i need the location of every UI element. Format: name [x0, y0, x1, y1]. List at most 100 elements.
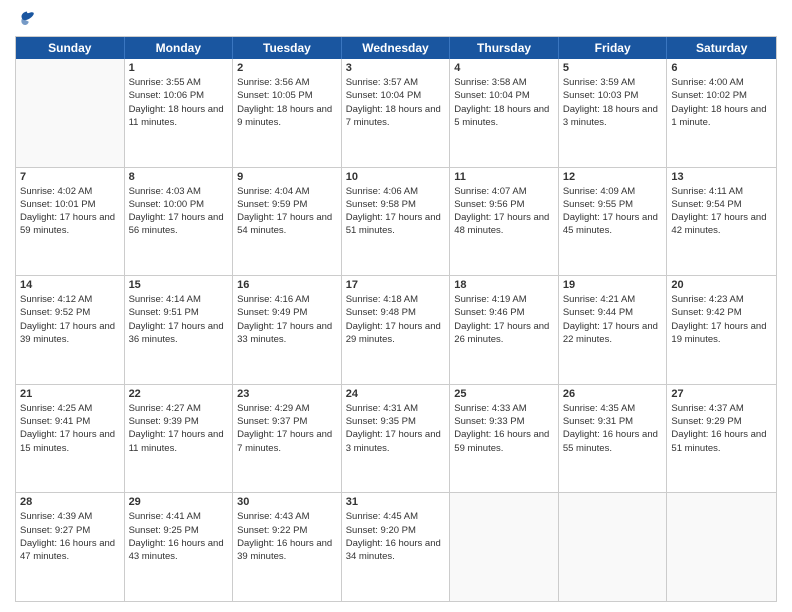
calendar-cell: 22 Sunrise: 4:27 AMSunset: 9:39 PMDayligh…: [125, 385, 234, 493]
calendar-cell: 25 Sunrise: 4:33 AMSunset: 9:33 PMDayligh…: [450, 385, 559, 493]
day-info: Sunrise: 4:39 AMSunset: 9:27 PMDaylight:…: [20, 510, 120, 563]
day-info: Sunrise: 3:56 AMSunset: 10:05 PMDaylight…: [237, 76, 337, 129]
calendar-cell: 29 Sunrise: 4:41 AMSunset: 9:25 PMDayligh…: [125, 493, 234, 601]
calendar-cell: 11 Sunrise: 4:07 AMSunset: 9:56 PMDayligh…: [450, 168, 559, 276]
calendar-cell: 15 Sunrise: 4:14 AMSunset: 9:51 PMDayligh…: [125, 276, 234, 384]
day-info: Sunrise: 4:43 AMSunset: 9:22 PMDaylight:…: [237, 510, 337, 563]
day-number: 13: [671, 171, 772, 183]
day-number: 21: [20, 388, 120, 400]
weekday-header-sunday: Sunday: [16, 37, 125, 59]
calendar-cell: [667, 493, 776, 601]
weekday-header-thursday: Thursday: [450, 37, 559, 59]
day-number: 6: [671, 62, 772, 74]
calendar-cell: 16 Sunrise: 4:16 AMSunset: 9:49 PMDayligh…: [233, 276, 342, 384]
day-info: Sunrise: 4:29 AMSunset: 9:37 PMDaylight:…: [237, 402, 337, 455]
logo-bird-icon: [17, 10, 37, 30]
calendar-cell: 23 Sunrise: 4:29 AMSunset: 9:37 PMDayligh…: [233, 385, 342, 493]
day-number: 30: [237, 496, 337, 508]
day-info: Sunrise: 3:55 AMSunset: 10:06 PMDaylight…: [129, 76, 229, 129]
calendar-row-4: 21 Sunrise: 4:25 AMSunset: 9:41 PMDayligh…: [16, 384, 776, 493]
calendar-cell: 27 Sunrise: 4:37 AMSunset: 9:29 PMDayligh…: [667, 385, 776, 493]
calendar-row-1: 1 Sunrise: 3:55 AMSunset: 10:06 PMDayligh…: [16, 59, 776, 167]
calendar: SundayMondayTuesdayWednesdayThursdayFrid…: [15, 36, 777, 602]
day-number: 11: [454, 171, 554, 183]
calendar-cell: 17 Sunrise: 4:18 AMSunset: 9:48 PMDayligh…: [342, 276, 451, 384]
logo: [15, 10, 37, 30]
day-info: Sunrise: 4:37 AMSunset: 9:29 PMDaylight:…: [671, 402, 772, 455]
day-number: 15: [129, 279, 229, 291]
weekday-header-saturday: Saturday: [667, 37, 776, 59]
day-info: Sunrise: 4:04 AMSunset: 9:59 PMDaylight:…: [237, 185, 337, 238]
day-info: Sunrise: 4:14 AMSunset: 9:51 PMDaylight:…: [129, 293, 229, 346]
day-number: 23: [237, 388, 337, 400]
calendar-row-3: 14 Sunrise: 4:12 AMSunset: 9:52 PMDayligh…: [16, 275, 776, 384]
day-info: Sunrise: 4:11 AMSunset: 9:54 PMDaylight:…: [671, 185, 772, 238]
calendar-cell: 31 Sunrise: 4:45 AMSunset: 9:20 PMDayligh…: [342, 493, 451, 601]
calendar-cell: 24 Sunrise: 4:31 AMSunset: 9:35 PMDayligh…: [342, 385, 451, 493]
calendar-cell: 26 Sunrise: 4:35 AMSunset: 9:31 PMDayligh…: [559, 385, 668, 493]
calendar-body: 1 Sunrise: 3:55 AMSunset: 10:06 PMDayligh…: [16, 59, 776, 601]
calendar-cell: 18 Sunrise: 4:19 AMSunset: 9:46 PMDayligh…: [450, 276, 559, 384]
calendar-cell: 7 Sunrise: 4:02 AMSunset: 10:01 PMDayligh…: [16, 168, 125, 276]
day-info: Sunrise: 4:16 AMSunset: 9:49 PMDaylight:…: [237, 293, 337, 346]
day-info: Sunrise: 4:25 AMSunset: 9:41 PMDaylight:…: [20, 402, 120, 455]
day-number: 31: [346, 496, 446, 508]
day-info: Sunrise: 4:00 AMSunset: 10:02 PMDaylight…: [671, 76, 772, 129]
calendar-cell: 6 Sunrise: 4:00 AMSunset: 10:02 PMDayligh…: [667, 59, 776, 167]
day-number: 25: [454, 388, 554, 400]
calendar-cell: [559, 493, 668, 601]
day-number: 20: [671, 279, 772, 291]
calendar-header: SundayMondayTuesdayWednesdayThursdayFrid…: [16, 37, 776, 59]
day-info: Sunrise: 4:19 AMSunset: 9:46 PMDaylight:…: [454, 293, 554, 346]
day-info: Sunrise: 4:41 AMSunset: 9:25 PMDaylight:…: [129, 510, 229, 563]
day-number: 18: [454, 279, 554, 291]
calendar-cell: 19 Sunrise: 4:21 AMSunset: 9:44 PMDayligh…: [559, 276, 668, 384]
page: SundayMondayTuesdayWednesdayThursdayFrid…: [0, 0, 792, 612]
day-info: Sunrise: 4:07 AMSunset: 9:56 PMDaylight:…: [454, 185, 554, 238]
calendar-cell: 4Sunrise: 3:58 AMSunset: 10:04 PMDayligh…: [450, 59, 559, 167]
calendar-cell: 20 Sunrise: 4:23 AMSunset: 9:42 PMDayligh…: [667, 276, 776, 384]
day-number: 26: [563, 388, 663, 400]
calendar-cell: 1 Sunrise: 3:55 AMSunset: 10:06 PMDayligh…: [125, 59, 234, 167]
day-number: 12: [563, 171, 663, 183]
day-info: Sunrise: 4:35 AMSunset: 9:31 PMDaylight:…: [563, 402, 663, 455]
day-info: Sunrise: 4:23 AMSunset: 9:42 PMDaylight:…: [671, 293, 772, 346]
day-info: Sunrise: 4:02 AMSunset: 10:01 PMDaylight…: [20, 185, 120, 238]
day-number: 9: [237, 171, 337, 183]
day-number: 19: [563, 279, 663, 291]
calendar-cell: 21 Sunrise: 4:25 AMSunset: 9:41 PMDayligh…: [16, 385, 125, 493]
day-info: Sunrise: 4:06 AMSunset: 9:58 PMDaylight:…: [346, 185, 446, 238]
day-number: 7: [20, 171, 120, 183]
day-info: Sunrise: 4:12 AMSunset: 9:52 PMDaylight:…: [20, 293, 120, 346]
day-info: Sunrise: 4:03 AMSunset: 10:00 PMDaylight…: [129, 185, 229, 238]
day-number: 4: [454, 62, 554, 74]
calendar-cell: 13 Sunrise: 4:11 AMSunset: 9:54 PMDayligh…: [667, 168, 776, 276]
day-info: Sunrise: 4:21 AMSunset: 9:44 PMDaylight:…: [563, 293, 663, 346]
day-info: Sunrise: 4:33 AMSunset: 9:33 PMDaylight:…: [454, 402, 554, 455]
day-info: Sunrise: 4:27 AMSunset: 9:39 PMDaylight:…: [129, 402, 229, 455]
day-number: 2: [237, 62, 337, 74]
calendar-cell: 10 Sunrise: 4:06 AMSunset: 9:58 PMDayligh…: [342, 168, 451, 276]
calendar-cell: 3 Sunrise: 3:57 AMSunset: 10:04 PMDayligh…: [342, 59, 451, 167]
day-number: 24: [346, 388, 446, 400]
day-number: 17: [346, 279, 446, 291]
day-number: 1: [129, 62, 229, 74]
day-number: 10: [346, 171, 446, 183]
calendar-cell: 12 Sunrise: 4:09 AMSunset: 9:55 PMDayligh…: [559, 168, 668, 276]
day-number: 16: [237, 279, 337, 291]
day-number: 27: [671, 388, 772, 400]
calendar-row-5: 28 Sunrise: 4:39 AMSunset: 9:27 PMDayligh…: [16, 492, 776, 601]
day-number: 14: [20, 279, 120, 291]
day-number: 28: [20, 496, 120, 508]
day-info: Sunrise: 3:57 AMSunset: 10:04 PMDaylight…: [346, 76, 446, 129]
day-number: 8: [129, 171, 229, 183]
day-number: 3: [346, 62, 446, 74]
calendar-cell: 2 Sunrise: 3:56 AMSunset: 10:05 PMDayligh…: [233, 59, 342, 167]
day-info: Sunrise: 4:09 AMSunset: 9:55 PMDaylight:…: [563, 185, 663, 238]
day-info: Sunrise: 4:31 AMSunset: 9:35 PMDaylight:…: [346, 402, 446, 455]
day-number: 22: [129, 388, 229, 400]
day-info: Sunrise: 4:18 AMSunset: 9:48 PMDaylight:…: [346, 293, 446, 346]
day-info: Sunrise: 4:45 AMSunset: 9:20 PMDaylight:…: [346, 510, 446, 563]
day-number: 29: [129, 496, 229, 508]
calendar-cell: 30 Sunrise: 4:43 AMSunset: 9:22 PMDayligh…: [233, 493, 342, 601]
